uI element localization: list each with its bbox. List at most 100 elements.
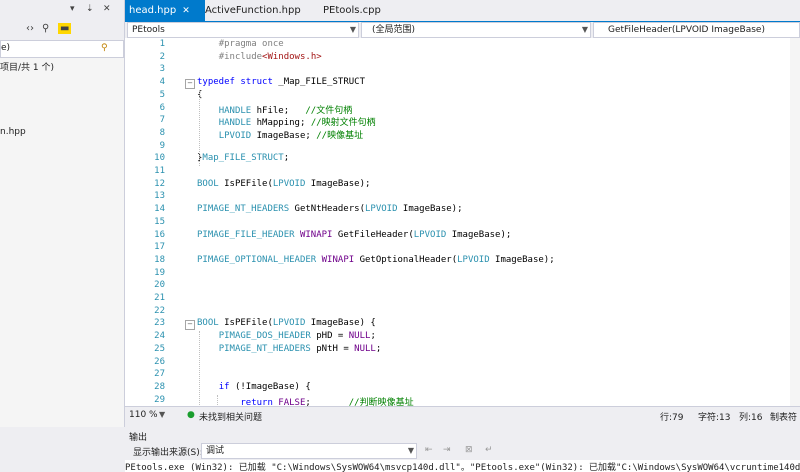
output-text: PEtools.exe (Win32): 已加载 "C:\Windows\Sys…	[125, 460, 800, 472]
solution-explorer-panel: ▾ ⇣ ✕ ‹› ⚲ ▬ e) ⚲ 项目/共 1 个) n.hpp	[0, 0, 125, 427]
line-number: 28	[154, 381, 165, 392]
line-number: 16	[154, 229, 165, 240]
line-number: 27	[154, 369, 165, 380]
project-name: PEtools	[132, 25, 165, 35]
code-line[interactable]: typedef struct _Map_FILE_STRUCT	[197, 77, 365, 87]
editor-tab-bar: head.hpp ✕ ActiveFunction.hpp PEtools.cpp	[125, 0, 800, 23]
code-line[interactable]: PIMAGE_DOS_HEADER pHD = NULL;	[197, 331, 376, 341]
wrap-icon[interactable]: ↵	[485, 445, 493, 455]
line-number: 14	[154, 204, 165, 215]
line-number: 24	[154, 331, 165, 342]
line-number: 10	[154, 153, 165, 164]
code-line[interactable]: BOOL IsPEFile(LPVOID ImageBase);	[197, 179, 370, 189]
line-number: 7	[159, 115, 165, 126]
tab-petools-cpp[interactable]: PEtools.cpp	[319, 0, 385, 21]
line-number: 12	[154, 178, 165, 189]
code-line[interactable]: #pragma once	[197, 39, 284, 49]
line-number: 1	[159, 39, 165, 49]
dropdown-icon[interactable]: ▾	[70, 4, 75, 14]
code-line[interactable]: return FALSE; //判断映像基址	[197, 395, 413, 406]
wrench-icon[interactable]: ⚲	[42, 23, 49, 34]
line-number: 11	[154, 166, 165, 176]
code-editor[interactable]: 1 2 3 4 5 6 7 8 9 10 11 12 13 14 15 16 17 18 19 20 21 22 23 24 2…	[125, 38, 800, 406]
col-indicator: 列:16	[739, 413, 763, 423]
code-line[interactable]: PIMAGE_FILE_HEADER WINAPI GetFileHeader(…	[197, 230, 511, 240]
tab-label: PEtools.cpp	[323, 5, 381, 16]
solution-tree-item[interactable]: n.hpp	[0, 127, 26, 137]
chevron-down-icon: ▼	[349, 25, 356, 34]
tab-activefunction-hpp[interactable]: ActiveFunction.hpp	[201, 0, 305, 21]
line-number: 6	[159, 102, 165, 113]
chevron-down-icon: ▼	[407, 446, 414, 455]
vertical-scrollbar[interactable]	[790, 38, 800, 406]
fold-toggle-icon[interactable]: −	[185, 79, 195, 90]
line-number: 29	[154, 394, 165, 405]
line-number: 9	[159, 140, 165, 151]
search-text: e)	[1, 43, 11, 53]
prev-icon[interactable]: ⇤	[425, 445, 433, 455]
code-line[interactable]: HANDLE hMapping; //映射文件句柄	[197, 115, 376, 128]
tab-label: ActiveFunction.hpp	[205, 5, 301, 16]
code-line[interactable]: BOOL IsPEFile(LPVOID ImageBase) {	[197, 318, 376, 328]
editor-status-strip: 110 % ▼ ● 未找到相关问题 行:79 字符:13 列:16 制表符	[125, 406, 800, 423]
close-icon[interactable]: ✕	[103, 4, 111, 14]
code-line[interactable]: PIMAGE_NT_HEADERS pNtH = NULL;	[197, 344, 382, 354]
project-dropdown[interactable]: PEtools ▼	[127, 22, 359, 38]
line-number: 13	[154, 191, 165, 202]
line-number: 20	[154, 280, 165, 291]
scope-name: (全局范围)	[372, 25, 416, 35]
code-line[interactable]: }Map_FILE_STRUCT;	[197, 153, 289, 163]
line-number: 18	[154, 254, 165, 265]
output-source-dropdown[interactable]: 调试 ▼	[201, 443, 417, 459]
collapse-icon[interactable]: ▬	[58, 23, 72, 34]
output-title: 输出	[129, 433, 148, 443]
code-line[interactable]: if (!ImageBase) {	[197, 382, 311, 392]
indent-guide	[199, 89, 200, 166]
code-line[interactable]: LPVOID ImageBase; //映像基址	[197, 128, 363, 141]
solution-explorer-toolbar: ‹› ⚲ ▬	[0, 20, 124, 40]
close-icon[interactable]: ✕	[182, 6, 190, 16]
code-line[interactable]: PIMAGE_NT_HEADERS GetNtHeaders(LPVOID Im…	[197, 204, 463, 214]
clear-icon[interactable]: ⊠	[465, 445, 473, 455]
solution-explorer-titlebar: ▾ ⇣ ✕	[0, 0, 124, 21]
chevron-down-icon: ▼	[581, 25, 588, 34]
code-line[interactable]: PIMAGE_OPTIONAL_HEADER WINAPI GetOptiona…	[197, 255, 555, 265]
line-number: 4	[159, 77, 165, 88]
fold-toggle-icon[interactable]: −	[185, 320, 195, 331]
check-circle-icon: ●	[187, 410, 195, 420]
code-line[interactable]: HANDLE hFile; //文件句柄	[197, 103, 353, 116]
member-dropdown[interactable]: GetFileHeader(LPVOID ImageBase)	[593, 22, 800, 38]
line-number: 22	[154, 305, 165, 316]
tab-head-hpp[interactable]: head.hpp ✕	[125, 0, 205, 21]
member-name: GetFileHeader(LPVOID ImageBase)	[608, 25, 765, 35]
solution-search-input[interactable]: e) ⚲	[0, 40, 124, 58]
line-number-gutter: 1 2 3 4 5 6 7 8 9 10 11 12 13 14 15 16 17 18 19 20 21 22 23 24 2…	[125, 38, 173, 406]
line-number: 19	[154, 267, 165, 278]
char-indicator: 字符:13	[698, 413, 731, 423]
search-icon[interactable]: ⚲	[101, 43, 108, 53]
line-number: 15	[154, 216, 165, 227]
line-indicator: 行:79	[660, 413, 684, 423]
line-number: 23	[154, 318, 165, 329]
scope-dropdown[interactable]: (全局范围) ▼	[361, 22, 591, 38]
output-source-value: 调试	[206, 446, 225, 456]
line-number: 21	[154, 293, 165, 303]
next-icon[interactable]: ⇥	[443, 445, 451, 455]
tabs-indicator: 制表符	[770, 413, 798, 423]
code-line[interactable]: #include<Windows.h>	[197, 52, 322, 62]
line-number: 3	[159, 64, 165, 75]
output-source-label: 显示输出来源(S):	[133, 448, 203, 458]
line-number: 26	[154, 356, 165, 367]
code-view-icon[interactable]: ‹›	[26, 23, 34, 34]
line-number: 5	[159, 89, 165, 100]
output-panel: 输出 显示输出来源(S): 调试 ▼ ⇤ ⇥ ⊠ ↵ PEtools.exe (…	[125, 427, 800, 472]
navigation-bar: PEtools ▼ (全局范围) ▼ GetFileHeader(LPVOID …	[125, 22, 800, 38]
line-number: 2	[159, 51, 165, 62]
chevron-down-icon[interactable]: ▼	[159, 410, 165, 419]
tab-label: head.hpp	[129, 5, 177, 16]
zoom-level[interactable]: 110 %	[129, 410, 158, 420]
line-number: 25	[154, 343, 165, 354]
solution-tree-item[interactable]: 项目/共 1 个)	[0, 60, 54, 73]
indent-guide	[199, 331, 200, 406]
pin-icon[interactable]: ⇣	[86, 4, 94, 14]
